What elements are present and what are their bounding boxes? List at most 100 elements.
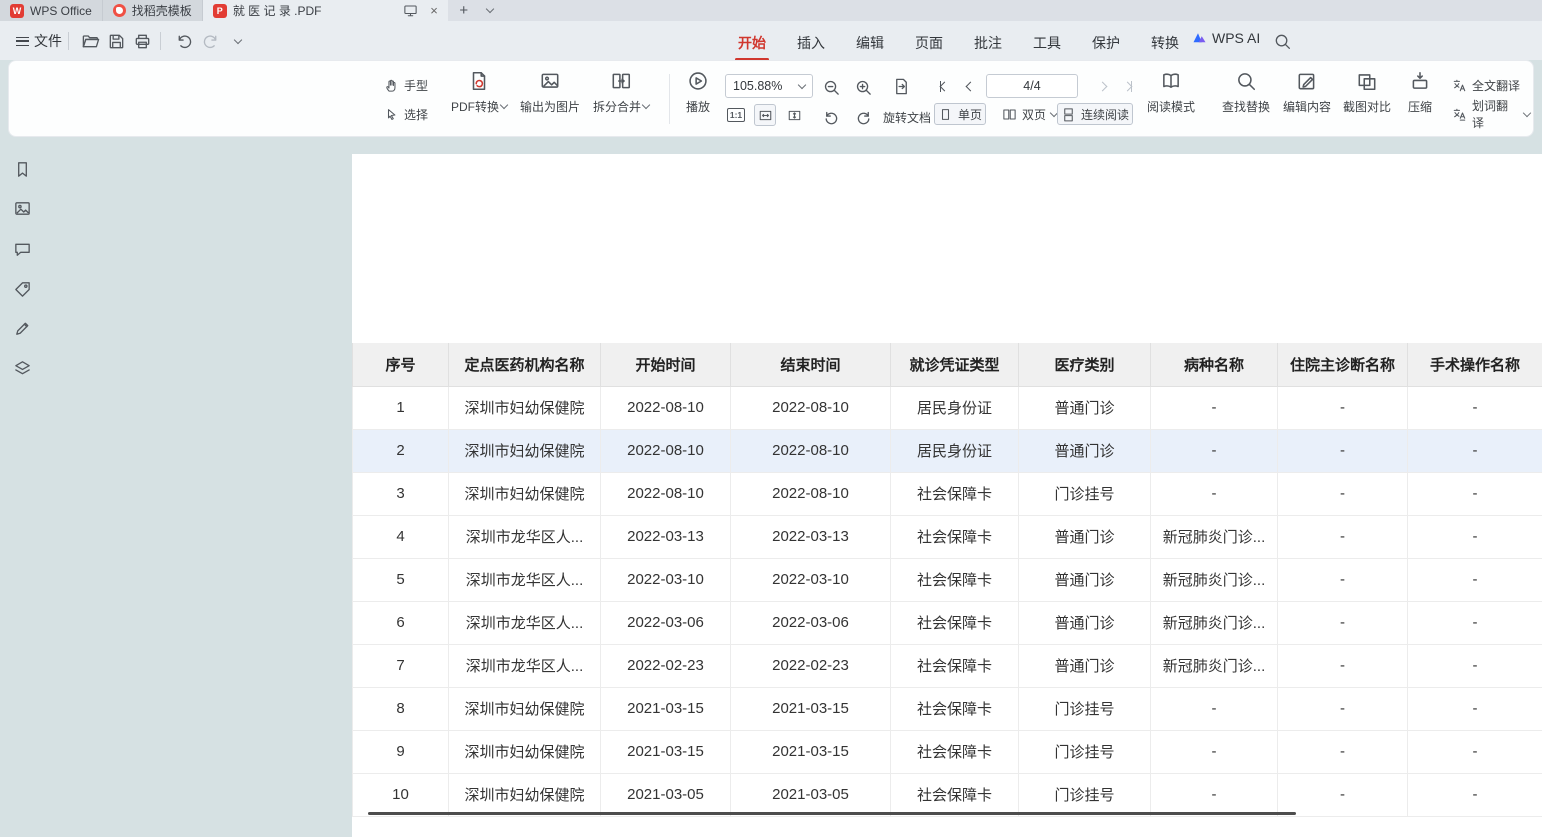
page-arrow-icon	[892, 77, 911, 96]
read-mode-button[interactable]: 阅读模式	[1139, 70, 1203, 115]
rotate-document-button[interactable]: 旋转文档	[883, 109, 931, 126]
tab-tools[interactable]: 工具	[1032, 31, 1062, 59]
hand-tool-button[interactable]: 手型	[381, 74, 431, 96]
fit-page-button[interactable]	[783, 104, 805, 126]
go-to-page-button[interactable]	[889, 74, 913, 98]
layers-panel-button[interactable]	[11, 357, 33, 379]
column-header: 医疗类别	[1019, 343, 1151, 386]
annotations-panel-button[interactable]	[11, 278, 33, 300]
first-page-button[interactable]	[932, 74, 956, 98]
tab-edit[interactable]: 编辑	[855, 31, 885, 59]
find-replace-button[interactable]: 查找替换	[1214, 70, 1278, 115]
export-image-icon	[539, 70, 561, 92]
edit-content-button[interactable]: 编辑内容	[1275, 70, 1339, 115]
single-page-toggle[interactable]: 单页	[934, 103, 986, 125]
new-tab-button[interactable]: +	[454, 0, 474, 21]
tab-list-chevron-icon[interactable]	[480, 0, 500, 21]
play-label: 播放	[686, 98, 710, 115]
tab-home[interactable]: 开始	[737, 31, 767, 59]
table-cell: 5	[353, 558, 449, 601]
continuous-read-toggle[interactable]: 连续阅读	[1057, 103, 1133, 125]
horizontal-scrollbar-thumb[interactable]	[368, 812, 1296, 815]
save-button[interactable]	[104, 28, 128, 54]
table-cell: -	[1408, 558, 1542, 601]
wps-ai-button[interactable]: WPS AI	[1192, 30, 1260, 46]
table-cell: 普通门诊	[1019, 515, 1151, 558]
table-row: 8深圳市妇幼保健院2021-03-152021-03-15社会保障卡门诊挂号--…	[353, 687, 1542, 730]
split-merge-button[interactable]: 拆分合并	[588, 70, 654, 115]
previous-page-button[interactable]	[958, 74, 982, 98]
undo-history-chevron-icon[interactable]	[226, 28, 250, 54]
table-cell: 新冠肺炎门诊...	[1151, 601, 1278, 644]
table-cell: -	[1151, 730, 1278, 773]
send-to-device-icon[interactable]	[403, 3, 418, 18]
chevron-down-icon	[500, 101, 508, 109]
read-mode-label: 阅读模式	[1147, 98, 1195, 115]
zoom-in-button[interactable]	[851, 75, 875, 99]
tab-insert[interactable]: 插入	[796, 31, 826, 59]
screenshot-compare-button[interactable]: 截图对比	[1335, 70, 1399, 115]
tab-document-pdf[interactable]: P 就 医 记 录 .PDF ×	[203, 0, 448, 21]
table-cell: 深圳市妇幼保健院	[449, 386, 601, 429]
table-row: 10深圳市妇幼保健院2021-03-052021-03-05社会保障卡门诊挂号-…	[353, 773, 1542, 816]
last-page-button[interactable]	[1116, 74, 1140, 98]
full-text-translate-button[interactable]: 全文翻译	[1449, 74, 1533, 96]
table-cell: -	[1278, 687, 1408, 730]
table-cell: -	[1278, 472, 1408, 515]
tab-docer-templates[interactable]: 找稻壳模板	[103, 0, 203, 21]
zoom-out-button[interactable]	[819, 75, 843, 99]
tab-wps-office[interactable]: W WPS Office	[0, 0, 103, 21]
tab-convert[interactable]: 转换	[1150, 31, 1180, 59]
full-text-translate-label: 全文翻译	[1472, 77, 1520, 94]
hamburger-icon	[16, 37, 29, 46]
sign-panel-button[interactable]	[11, 317, 33, 339]
table-cell: -	[1408, 601, 1542, 644]
compress-button[interactable]: 压缩	[1395, 70, 1445, 115]
table-cell: 深圳市妇幼保健院	[449, 429, 601, 472]
select-tool-button[interactable]: 选择	[381, 103, 431, 125]
table-row: 2深圳市妇幼保健院2022-08-102022-08-10居民身份证普通门诊--…	[353, 429, 1542, 472]
print-button[interactable]	[130, 28, 154, 54]
comments-panel-button[interactable]	[11, 238, 33, 260]
table-cell: 居民身份证	[891, 386, 1019, 429]
document-area: 序号定点医药机构名称开始时间结束时间就诊凭证类型医疗类别病种名称住院主诊断名称手…	[0, 138, 1542, 837]
double-page-toggle[interactable]: 双页	[999, 103, 1060, 125]
close-tab-icon[interactable]: ×	[430, 3, 438, 18]
undo-icon	[175, 32, 194, 51]
export-as-image-button[interactable]: 输出为图片	[517, 70, 583, 115]
rotate-left-button[interactable]	[819, 105, 843, 129]
tab-comment[interactable]: 批注	[973, 31, 1003, 59]
actual-size-button[interactable]: 1:1	[725, 104, 747, 126]
column-header: 序号	[353, 343, 449, 386]
edit-content-label: 编辑内容	[1283, 98, 1331, 115]
table-cell: 2022-03-13	[731, 515, 891, 558]
table-cell: 新冠肺炎门诊...	[1151, 644, 1278, 687]
table-cell: -	[1151, 472, 1278, 515]
rotate-right-button[interactable]	[851, 105, 875, 129]
table-cell: 2022-03-06	[731, 601, 891, 644]
save-icon	[107, 32, 126, 51]
single-page-icon	[938, 107, 953, 122]
layers-icon	[13, 359, 32, 378]
file-menu-button[interactable]: 文件	[12, 28, 66, 54]
global-search-button[interactable]	[1270, 28, 1294, 54]
screenshot-compare-icon	[1356, 70, 1378, 92]
fit-width-button[interactable]	[754, 104, 776, 126]
bookmarks-panel-button[interactable]	[11, 158, 33, 180]
table-cell: -	[1408, 386, 1542, 429]
redo-button[interactable]	[198, 28, 222, 54]
page-number-input[interactable]	[986, 74, 1078, 98]
thumbnails-panel-button[interactable]	[11, 197, 33, 219]
word-translate-button[interactable]: 划词翻译	[1449, 103, 1533, 125]
open-file-button[interactable]	[78, 28, 102, 54]
tab-protect[interactable]: 保护	[1091, 31, 1121, 59]
play-button[interactable]: 播放	[673, 70, 723, 115]
undo-button[interactable]	[172, 28, 196, 54]
zoom-level-dropdown[interactable]: 105.88%	[725, 74, 813, 98]
next-page-button[interactable]	[1090, 74, 1114, 98]
tab-page[interactable]: 页面	[914, 31, 944, 59]
pdf-convert-button[interactable]: PDF转换	[446, 70, 512, 115]
table-cell: 普通门诊	[1019, 558, 1151, 601]
table-cell: 门诊挂号	[1019, 773, 1151, 816]
tab-label: 找稻壳模板	[132, 2, 192, 19]
